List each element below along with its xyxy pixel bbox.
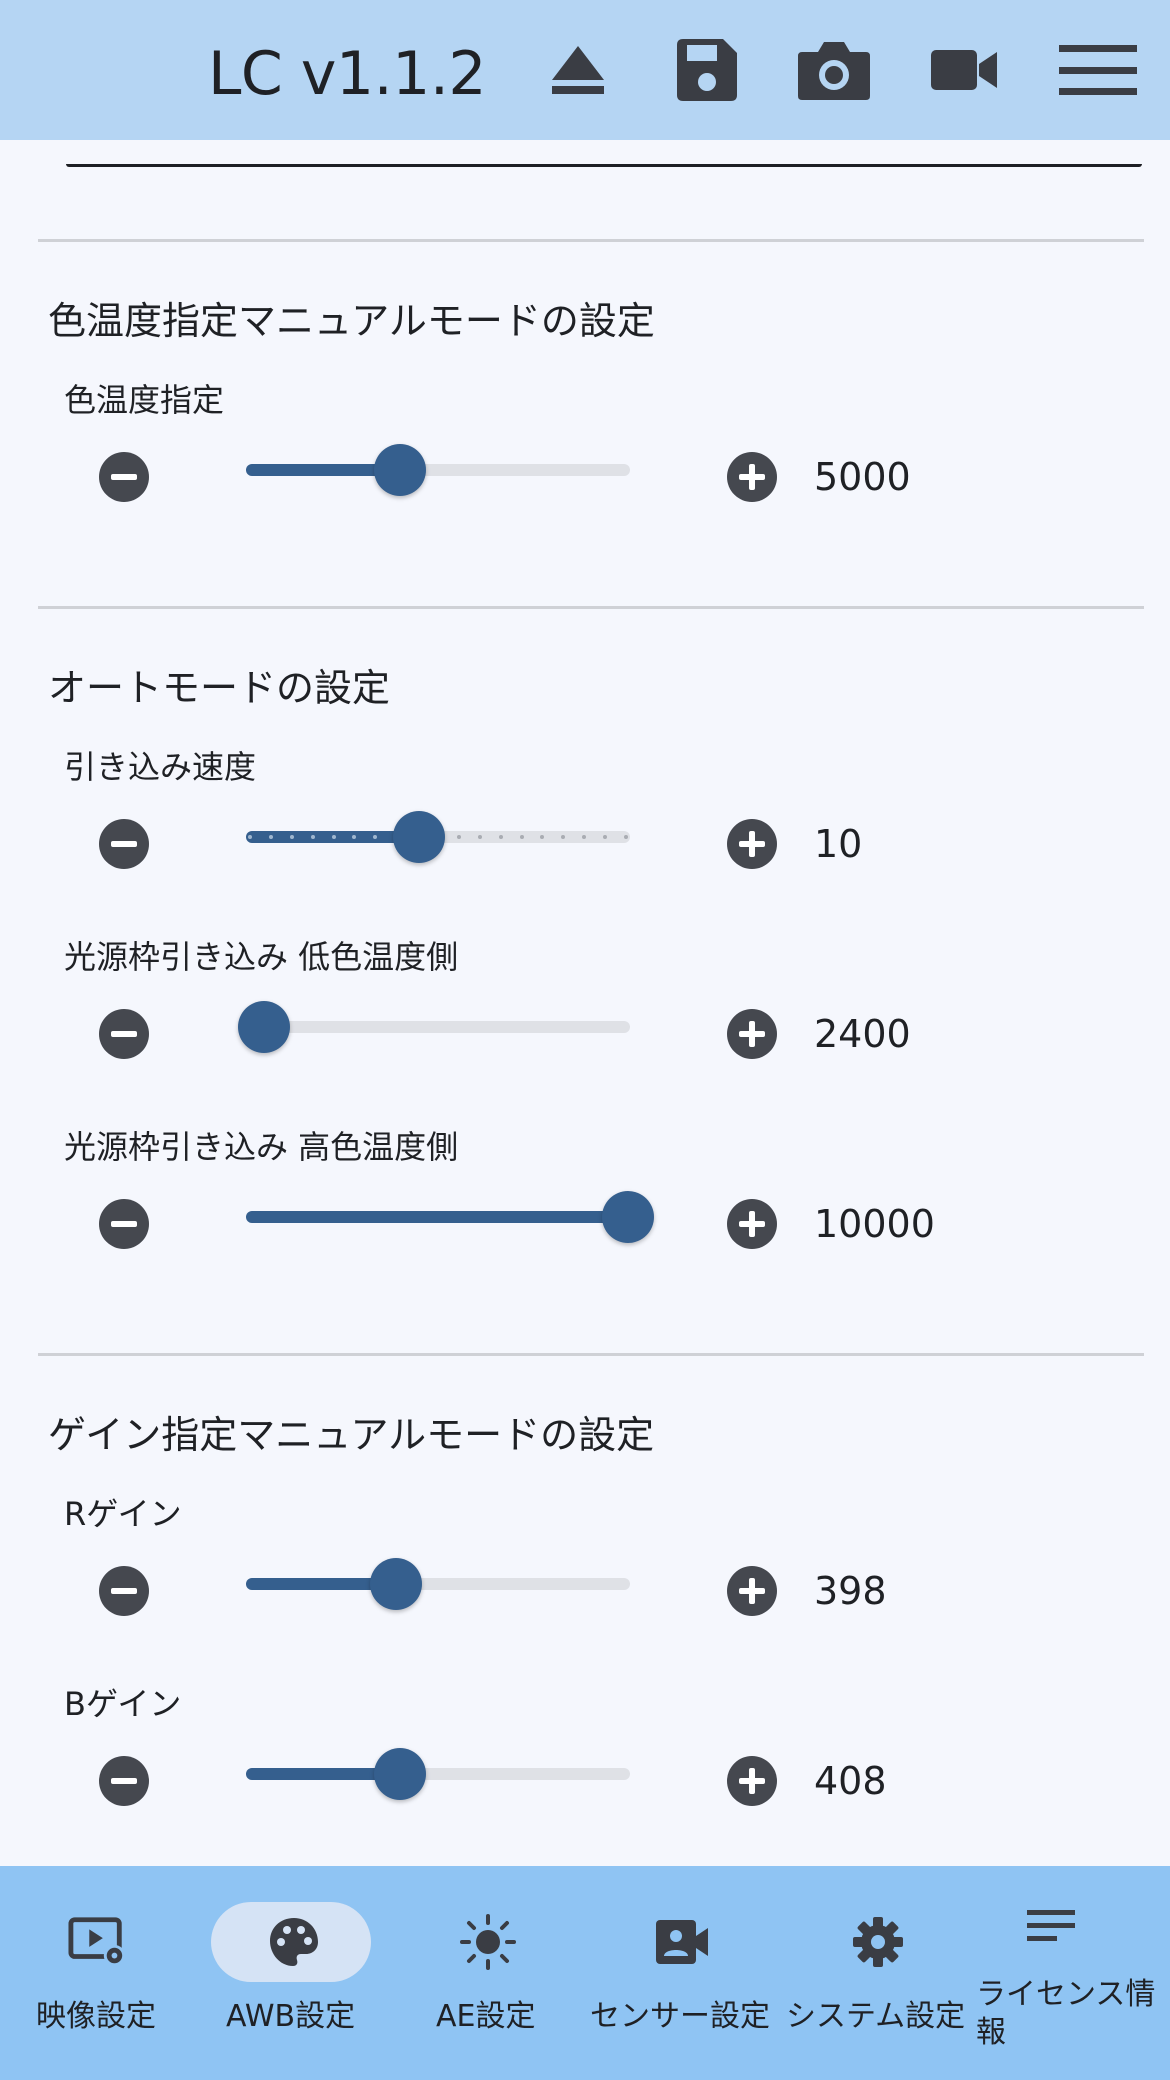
increment-button[interactable]: [727, 1566, 777, 1616]
slider-tick: [268, 835, 273, 839]
app-header: LC v1.1.2: [0, 0, 1170, 140]
increment-button[interactable]: [727, 1756, 777, 1806]
slider-tick: [477, 835, 482, 839]
section-title-color-temp-manual: 色温度指定マニュアルモードの設定: [48, 299, 655, 343]
nav-label: センサー設定: [590, 1999, 770, 2034]
decrement-button[interactable]: [99, 1566, 149, 1616]
slider-thumb[interactable]: [392, 811, 445, 863]
decrement-button[interactable]: [99, 1756, 149, 1806]
slider-track[interactable]: [246, 1021, 630, 1033]
slider-tick: [331, 835, 336, 839]
gear-icon: [848, 1912, 908, 1972]
slider-thumb[interactable]: [373, 444, 426, 496]
section-divider: [38, 1353, 1144, 1356]
settings-content[interactable]: 色温度指定マニュアルモードの設定 色温度指定 5000 オートモードの設定 引き…: [0, 140, 1170, 1866]
slider-track[interactable]: [246, 1211, 630, 1223]
slider-value: 2400: [814, 1012, 911, 1056]
increment-button[interactable]: [727, 1009, 777, 1059]
eject-icon[interactable]: [544, 30, 612, 110]
slider-fill: [246, 1211, 630, 1223]
slider-value: 5000: [814, 455, 911, 499]
section-title-auto-mode: オートモードの設定: [48, 666, 391, 710]
section-divider: [38, 239, 1144, 242]
app-title: LC v1.1.2: [208, 39, 487, 109]
slider-label-pull-speed: 引き込み速度: [64, 748, 257, 786]
slider-label-color-temp: 色温度指定: [64, 381, 225, 419]
nav-item-sensor-settings[interactable]: センサー設定: [588, 1866, 784, 2080]
nav-item-video-settings[interactable]: 映像設定: [0, 1866, 196, 2080]
slider-tick: [248, 835, 252, 839]
slider-tick: [540, 835, 545, 839]
video-camera-icon[interactable]: [928, 30, 1000, 110]
slider-tick: [498, 835, 503, 839]
slider-tick: [624, 835, 628, 839]
slider-label-b-gain: Bゲイン: [64, 1685, 182, 1723]
brightness-icon: [458, 1912, 518, 1972]
slider-tick: [310, 835, 315, 839]
nav-label: AWB設定: [226, 1999, 356, 2034]
palette-icon: [264, 1912, 324, 1972]
nav-label: システム設定: [786, 1999, 966, 2034]
slider-thumb[interactable]: [373, 1748, 426, 1800]
slider-value: 408: [814, 1759, 887, 1803]
previous-section-edge: [66, 164, 1142, 167]
slider-tick: [603, 835, 608, 839]
slider-track[interactable]: [246, 1768, 630, 1780]
slider-tick: [289, 835, 294, 839]
slider-value: 10: [814, 822, 863, 866]
slider-track[interactable]: [246, 464, 630, 476]
nav-label: ライセンス情報: [976, 1977, 1156, 2050]
camera-icon[interactable]: [794, 30, 874, 110]
slider-label-low-temp-pull: 光源枠引き込み 低色温度側: [64, 938, 459, 976]
decrement-button[interactable]: [99, 1009, 149, 1059]
increment-button[interactable]: [727, 452, 777, 502]
decrement-button[interactable]: [99, 819, 149, 869]
camera-sensor-icon: [652, 1912, 712, 1972]
slider-thumb[interactable]: [369, 1558, 422, 1610]
slider-track[interactable]: [246, 1578, 630, 1590]
nav-item-system-settings[interactable]: システム設定: [784, 1866, 980, 2080]
video-settings-icon: [68, 1912, 128, 1972]
section-divider: [38, 606, 1144, 609]
bottom-navigation: 映像設定 AWB設定 AE設定 センサー設定 システム設定 ライセンス情報: [0, 1866, 1170, 2080]
slider-tick: [582, 835, 587, 839]
slider-tick: [561, 835, 566, 839]
slider-label-r-gain: Rゲイン: [64, 1495, 182, 1533]
slider-label-high-temp-pull: 光源枠引き込み 高色温度側: [64, 1128, 459, 1166]
nav-item-ae-settings[interactable]: AE設定: [392, 1866, 588, 2080]
decrement-button[interactable]: [99, 1199, 149, 1249]
menu-icon[interactable]: [1058, 30, 1138, 110]
slider-thumb[interactable]: [602, 1191, 654, 1243]
nav-item-awb-settings[interactable]: AWB設定: [196, 1866, 392, 2080]
slider-value: 398: [814, 1569, 887, 1613]
nav-label: AE設定: [436, 1999, 536, 2034]
increment-button[interactable]: [727, 819, 777, 869]
slider-tick: [519, 835, 524, 839]
slider-value: 10000: [814, 1202, 935, 1246]
slider-tick: [456, 835, 461, 839]
slider-thumb[interactable]: [238, 1001, 290, 1053]
nav-label: 映像設定: [36, 1999, 156, 2034]
nav-item-license-info[interactable]: ライセンス情報: [976, 1866, 1170, 2080]
notes-icon: [1022, 1896, 1082, 1956]
save-icon[interactable]: [668, 30, 744, 110]
increment-button[interactable]: [727, 1199, 777, 1249]
decrement-button[interactable]: [99, 452, 149, 502]
section-title-gain-manual: ゲイン指定マニュアルモードの設定: [48, 1413, 655, 1457]
